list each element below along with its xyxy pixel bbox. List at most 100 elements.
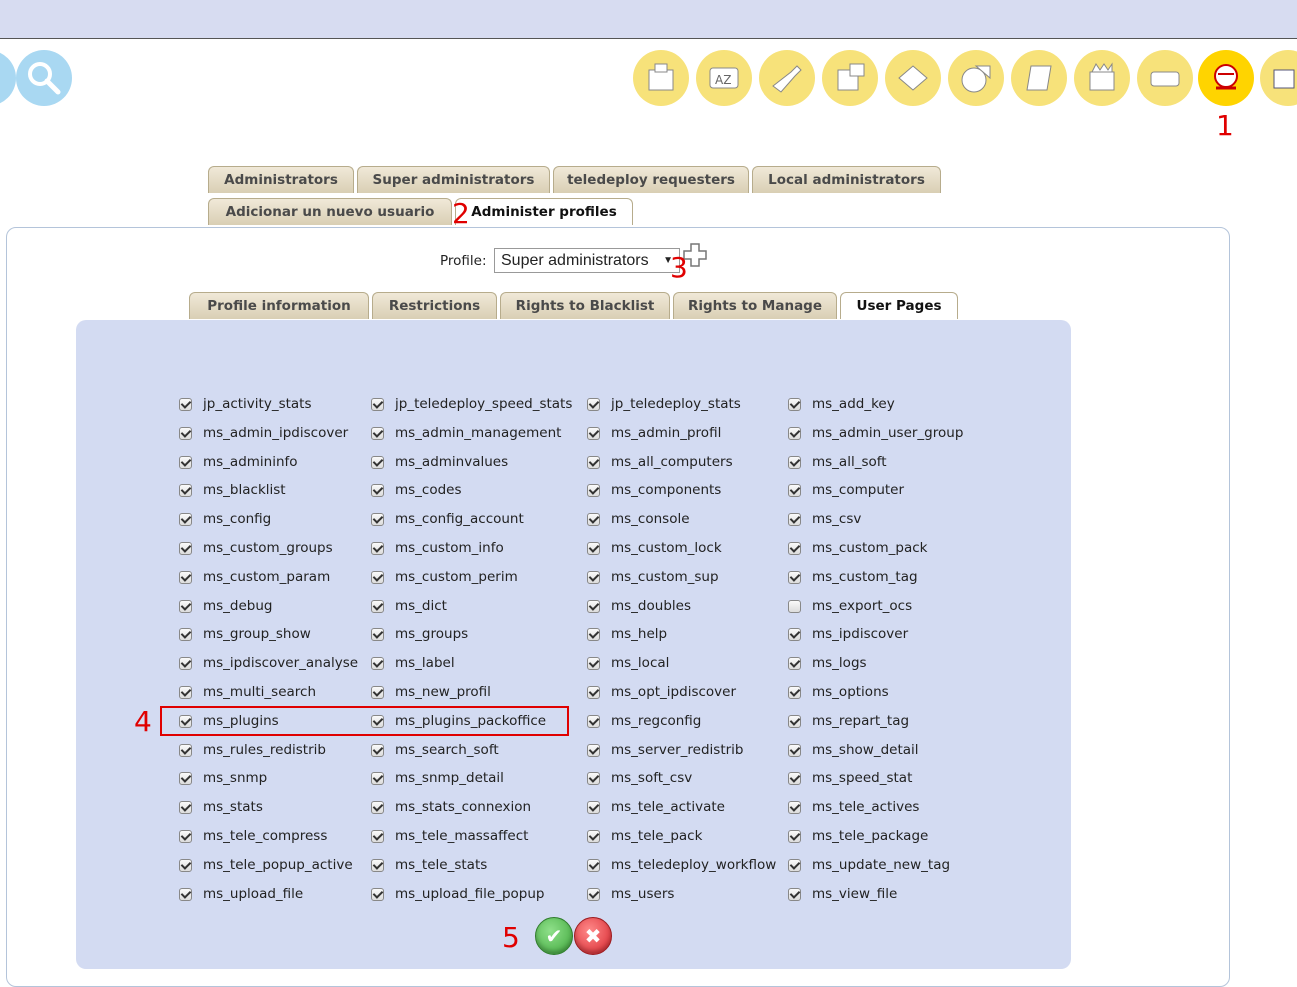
checkbox[interactable] bbox=[179, 685, 192, 699]
page-checkbox-ms-config-account[interactable]: ms_config_account bbox=[371, 510, 524, 528]
page-checkbox-ms-custom-tag[interactable]: ms_custom_tag bbox=[788, 568, 918, 586]
page-checkbox-ms-ipdiscover[interactable]: ms_ipdiscover bbox=[788, 625, 908, 643]
checkbox[interactable] bbox=[788, 512, 801, 526]
page-checkbox-ms-rules-redistrib[interactable]: ms_rules_redistrib bbox=[179, 741, 326, 759]
page-checkbox-ms-csv[interactable]: ms_csv bbox=[788, 510, 861, 528]
page-checkbox-ms-custom-lock[interactable]: ms_custom_lock bbox=[587, 539, 722, 557]
nav-left-partial[interactable] bbox=[0, 50, 16, 106]
checkbox[interactable] bbox=[371, 829, 384, 843]
checkbox[interactable] bbox=[179, 743, 192, 757]
page-checkbox-ms-new-profil[interactable]: ms_new_profil bbox=[371, 683, 491, 701]
cancel-button[interactable]: ✖ bbox=[574, 917, 612, 955]
checkbox[interactable] bbox=[587, 426, 600, 440]
checkbox[interactable] bbox=[587, 829, 600, 843]
page-checkbox-ms-admin-profil[interactable]: ms_admin_profil bbox=[587, 424, 721, 442]
page-checkbox-ms-adminvalues[interactable]: ms_adminvalues bbox=[371, 453, 508, 471]
checkbox[interactable] bbox=[179, 512, 192, 526]
page-checkbox-ms-local[interactable]: ms_local bbox=[587, 654, 669, 672]
page-checkbox-ms-debug[interactable]: ms_debug bbox=[179, 597, 273, 615]
statistics-icon[interactable] bbox=[948, 50, 1004, 106]
page-checkbox-ms-admin-management[interactable]: ms_admin_management bbox=[371, 424, 561, 442]
tab-add-new-user[interactable]: Adicionar un nuevo usuario bbox=[208, 198, 452, 225]
page-checkbox-ms-regconfig[interactable]: ms_regconfig bbox=[587, 712, 701, 730]
checkbox[interactable] bbox=[179, 771, 192, 785]
page-checkbox-ms-export-ocs[interactable]: ms_export_ocs bbox=[788, 597, 912, 615]
checkbox[interactable] bbox=[788, 656, 801, 670]
page-checkbox-ms-snmp[interactable]: ms_snmp bbox=[179, 769, 267, 787]
page-checkbox-ms-logs[interactable]: ms_logs bbox=[788, 654, 867, 672]
page-checkbox-ms-tele-stats[interactable]: ms_tele_stats bbox=[371, 856, 487, 874]
checkbox[interactable] bbox=[788, 627, 801, 641]
checkbox[interactable] bbox=[587, 455, 600, 469]
page-checkbox-ms-tele-popup-active[interactable]: ms_tele_popup_active bbox=[179, 856, 353, 874]
checkbox[interactable] bbox=[179, 800, 192, 814]
checkbox[interactable] bbox=[371, 426, 384, 440]
help-icon[interactable] bbox=[1260, 50, 1297, 106]
checkbox[interactable] bbox=[179, 887, 192, 901]
page-checkbox-ms-teledeploy-workflow[interactable]: ms_teledeploy_workflow bbox=[587, 856, 776, 874]
page-checkbox-ms-stats-connexion[interactable]: ms_stats_connexion bbox=[371, 798, 531, 816]
page-checkbox-ms-groups[interactable]: ms_groups bbox=[371, 625, 468, 643]
checkbox[interactable] bbox=[587, 627, 600, 641]
page-checkbox-ms-tele-package[interactable]: ms_tele_package bbox=[788, 827, 928, 845]
checkbox[interactable] bbox=[179, 455, 192, 469]
page-checkbox-ms-custom-info[interactable]: ms_custom_info bbox=[371, 539, 504, 557]
checkbox[interactable] bbox=[179, 829, 192, 843]
page-checkbox-ms-tele-compress[interactable]: ms_tele_compress bbox=[179, 827, 327, 845]
tab-super-administrators[interactable]: Super administrators bbox=[357, 166, 550, 193]
checkbox[interactable] bbox=[788, 714, 801, 728]
page-checkbox-ms-label[interactable]: ms_label bbox=[371, 654, 455, 672]
tab-profile-information[interactable]: Profile information bbox=[189, 292, 369, 319]
checkbox[interactable] bbox=[371, 627, 384, 641]
checkbox[interactable] bbox=[371, 771, 384, 785]
checkbox[interactable] bbox=[179, 599, 192, 613]
checkbox[interactable] bbox=[179, 397, 192, 411]
checkbox[interactable] bbox=[371, 512, 384, 526]
page-checkbox-ms-users[interactable]: ms_users bbox=[587, 885, 674, 903]
confirm-button[interactable]: ✔ bbox=[535, 917, 573, 955]
page-checkbox-ms-doubles[interactable]: ms_doubles bbox=[587, 597, 691, 615]
checkbox[interactable] bbox=[587, 743, 600, 757]
checkbox[interactable] bbox=[587, 800, 600, 814]
checkbox[interactable] bbox=[371, 397, 384, 411]
checkbox[interactable] bbox=[788, 743, 801, 757]
scroll-icon[interactable] bbox=[1011, 50, 1067, 106]
page-checkbox-jp-teledeploy-stats[interactable]: jp_teledeploy_stats bbox=[587, 395, 741, 413]
checkbox[interactable] bbox=[587, 714, 600, 728]
checkbox[interactable] bbox=[788, 887, 801, 901]
network-icon[interactable] bbox=[822, 50, 878, 106]
page-checkbox-ms-update-new-tag[interactable]: ms_update_new_tag bbox=[788, 856, 950, 874]
checkbox[interactable] bbox=[371, 570, 384, 584]
checkbox[interactable] bbox=[587, 771, 600, 785]
page-checkbox-ms-tele-activate[interactable]: ms_tele_activate bbox=[587, 798, 725, 816]
page-checkbox-ms-repart-tag[interactable]: ms_repart_tag bbox=[788, 712, 909, 730]
page-checkbox-ms-blacklist[interactable]: ms_blacklist bbox=[179, 481, 286, 499]
checkbox[interactable] bbox=[179, 627, 192, 641]
checkbox[interactable] bbox=[371, 656, 384, 670]
checkbox[interactable] bbox=[371, 455, 384, 469]
page-checkbox-ms-tele-massaffect[interactable]: ms_tele_massaffect bbox=[371, 827, 528, 845]
tab-local-administrators[interactable]: Local administrators bbox=[752, 166, 941, 193]
page-checkbox-ms-search-soft[interactable]: ms_search_soft bbox=[371, 741, 499, 759]
page-checkbox-ms-admininfo[interactable]: ms_admininfo bbox=[179, 453, 298, 471]
page-checkbox-ms-upload-file-popup[interactable]: ms_upload_file_popup bbox=[371, 885, 545, 903]
page-checkbox-ms-tele-pack[interactable]: ms_tele_pack bbox=[587, 827, 702, 845]
page-checkbox-ms-server-redistrib[interactable]: ms_server_redistrib bbox=[587, 741, 744, 759]
checkbox[interactable] bbox=[587, 512, 600, 526]
checkbox[interactable] bbox=[587, 858, 600, 872]
checkbox[interactable] bbox=[371, 541, 384, 555]
page-checkbox-ms-opt-ipdiscover[interactable]: ms_opt_ipdiscover bbox=[587, 683, 736, 701]
page-checkbox-ms-tele-actives[interactable]: ms_tele_actives bbox=[788, 798, 919, 816]
tab-administrators[interactable]: Administrators bbox=[208, 166, 354, 193]
page-checkbox-ms-stats[interactable]: ms_stats bbox=[179, 798, 263, 816]
checkbox[interactable] bbox=[587, 887, 600, 901]
search-icon[interactable] bbox=[16, 50, 72, 106]
tab-teledeploy-requesters[interactable]: teledeploy requesters bbox=[553, 166, 749, 193]
checkbox[interactable] bbox=[788, 858, 801, 872]
page-checkbox-ms-ipdiscover-analyse[interactable]: ms_ipdiscover_analyse bbox=[179, 654, 358, 672]
checkbox[interactable] bbox=[587, 570, 600, 584]
checkbox[interactable] bbox=[179, 570, 192, 584]
page-checkbox-ms-admin-user-group[interactable]: ms_admin_user_group bbox=[788, 424, 963, 442]
documents-icon[interactable] bbox=[885, 50, 941, 106]
page-checkbox-ms-console[interactable]: ms_console bbox=[587, 510, 690, 528]
